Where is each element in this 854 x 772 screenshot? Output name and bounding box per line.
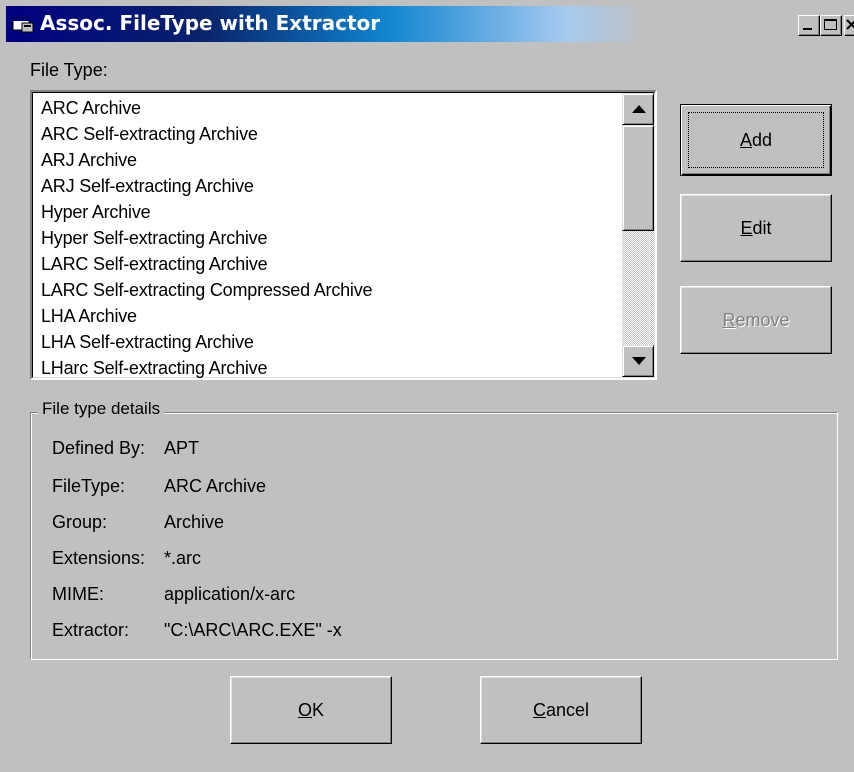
close-button[interactable]: [844, 15, 854, 36]
scroll-down-button[interactable]: [622, 345, 654, 377]
list-item[interactable]: ARJ Archive: [41, 147, 621, 173]
remove-label-rest: emove: [735, 309, 790, 330]
scroll-up-button[interactable]: [622, 93, 654, 125]
detail-row-extractor: Extractor: "C:\ARC\ARC.EXE" -x: [52, 620, 342, 641]
detail-row-group: Group: Archive: [52, 512, 224, 533]
remove-button[interactable]: Remove: [680, 286, 832, 354]
focus-rect: [688, 112, 824, 168]
list-item[interactable]: LHA Archive: [41, 303, 621, 329]
list-item[interactable]: ARJ Self-extracting Archive: [41, 173, 621, 199]
minimize-button[interactable]: [798, 15, 820, 36]
cancel-label-rest: ancel: [545, 699, 590, 720]
list-item[interactable]: Hyper Archive: [41, 199, 621, 225]
defined-by-value: APT: [164, 438, 200, 458]
edit-mnemonic: E: [740, 217, 753, 238]
group-value: Archive: [164, 512, 225, 532]
cancel-button-label: Cancel: [533, 700, 589, 721]
group-legend: File type details: [38, 399, 165, 419]
edit-button[interactable]: Edit: [680, 194, 832, 262]
add-button[interactable]: Add: [680, 104, 832, 176]
list-item[interactable]: ARC Archive: [41, 95, 621, 121]
mime-value: application/x-arc: [164, 584, 296, 604]
scroll-thumb[interactable]: [622, 125, 654, 231]
title-bar[interactable]: Assoc. FileType with Extractor: [6, 6, 854, 42]
extensions-value: *.arc: [164, 548, 202, 568]
ok-label-rest: K: [312, 699, 325, 720]
mime-label: MIME:: [52, 584, 104, 604]
extractor-label: Extractor:: [52, 620, 130, 640]
detail-row-mime: MIME: application/x-arc: [52, 584, 295, 605]
list-item[interactable]: LARC Self-extracting Compressed Archive: [41, 277, 621, 303]
detail-row-defined-by: Defined By: APT: [52, 438, 199, 459]
file-type-list: ARC Archive ARC Self-extracting Archive …: [41, 95, 621, 381]
remove-button-label: Remove: [722, 310, 789, 331]
file-type-value: ARC Archive: [164, 476, 267, 496]
arrow-down-icon: [632, 357, 646, 365]
ok-mnemonic: O: [297, 699, 312, 720]
edit-label-rest: dit: [752, 217, 772, 238]
window-title: Assoc. FileType with Extractor: [40, 11, 381, 35]
cancel-mnemonic: C: [532, 699, 546, 720]
extensions-label: Extensions:: [52, 548, 146, 568]
ok-button[interactable]: OK: [230, 676, 392, 744]
list-item[interactable]: LHarc Self-extracting Archive: [41, 355, 621, 381]
arrow-up-icon: [632, 105, 646, 113]
list-item[interactable]: ARC Self-extracting Archive: [41, 121, 621, 147]
list-scrollbar[interactable]: [622, 93, 654, 377]
maximize-icon: [824, 19, 837, 30]
list-item[interactable]: LHA Self-extracting Archive: [41, 329, 621, 355]
ok-button-label: OK: [298, 700, 324, 721]
close-icon: [846, 19, 854, 30]
maximize-button[interactable]: [820, 15, 842, 36]
list-item[interactable]: LARC Self-extracting Archive: [41, 251, 621, 277]
remove-mnemonic: R: [722, 309, 736, 330]
detail-row-file-type: FileType: ARC Archive: [52, 476, 266, 497]
list-item[interactable]: Hyper Self-extracting Archive: [41, 225, 621, 251]
cancel-button[interactable]: Cancel: [480, 676, 642, 744]
file-type-label: File Type:: [30, 60, 108, 80]
dialog-window: Assoc. FileType with Extractor File Type…: [0, 0, 854, 772]
file-type-detail-label: FileType:: [52, 476, 126, 496]
edit-button-label: Edit: [740, 218, 771, 239]
file-type-listbox[interactable]: ARC Archive ARC Self-extracting Archive …: [30, 90, 657, 380]
detail-row-extensions: Extensions: *.arc: [52, 548, 201, 569]
extractor-value: "C:\ARC\ARC.EXE" -x: [164, 620, 342, 640]
group-label: Group:: [52, 512, 108, 532]
defined-by-label: Defined By:: [52, 438, 146, 458]
app-window-icon[interactable]: [12, 15, 34, 33]
minimize-icon: [803, 28, 812, 30]
